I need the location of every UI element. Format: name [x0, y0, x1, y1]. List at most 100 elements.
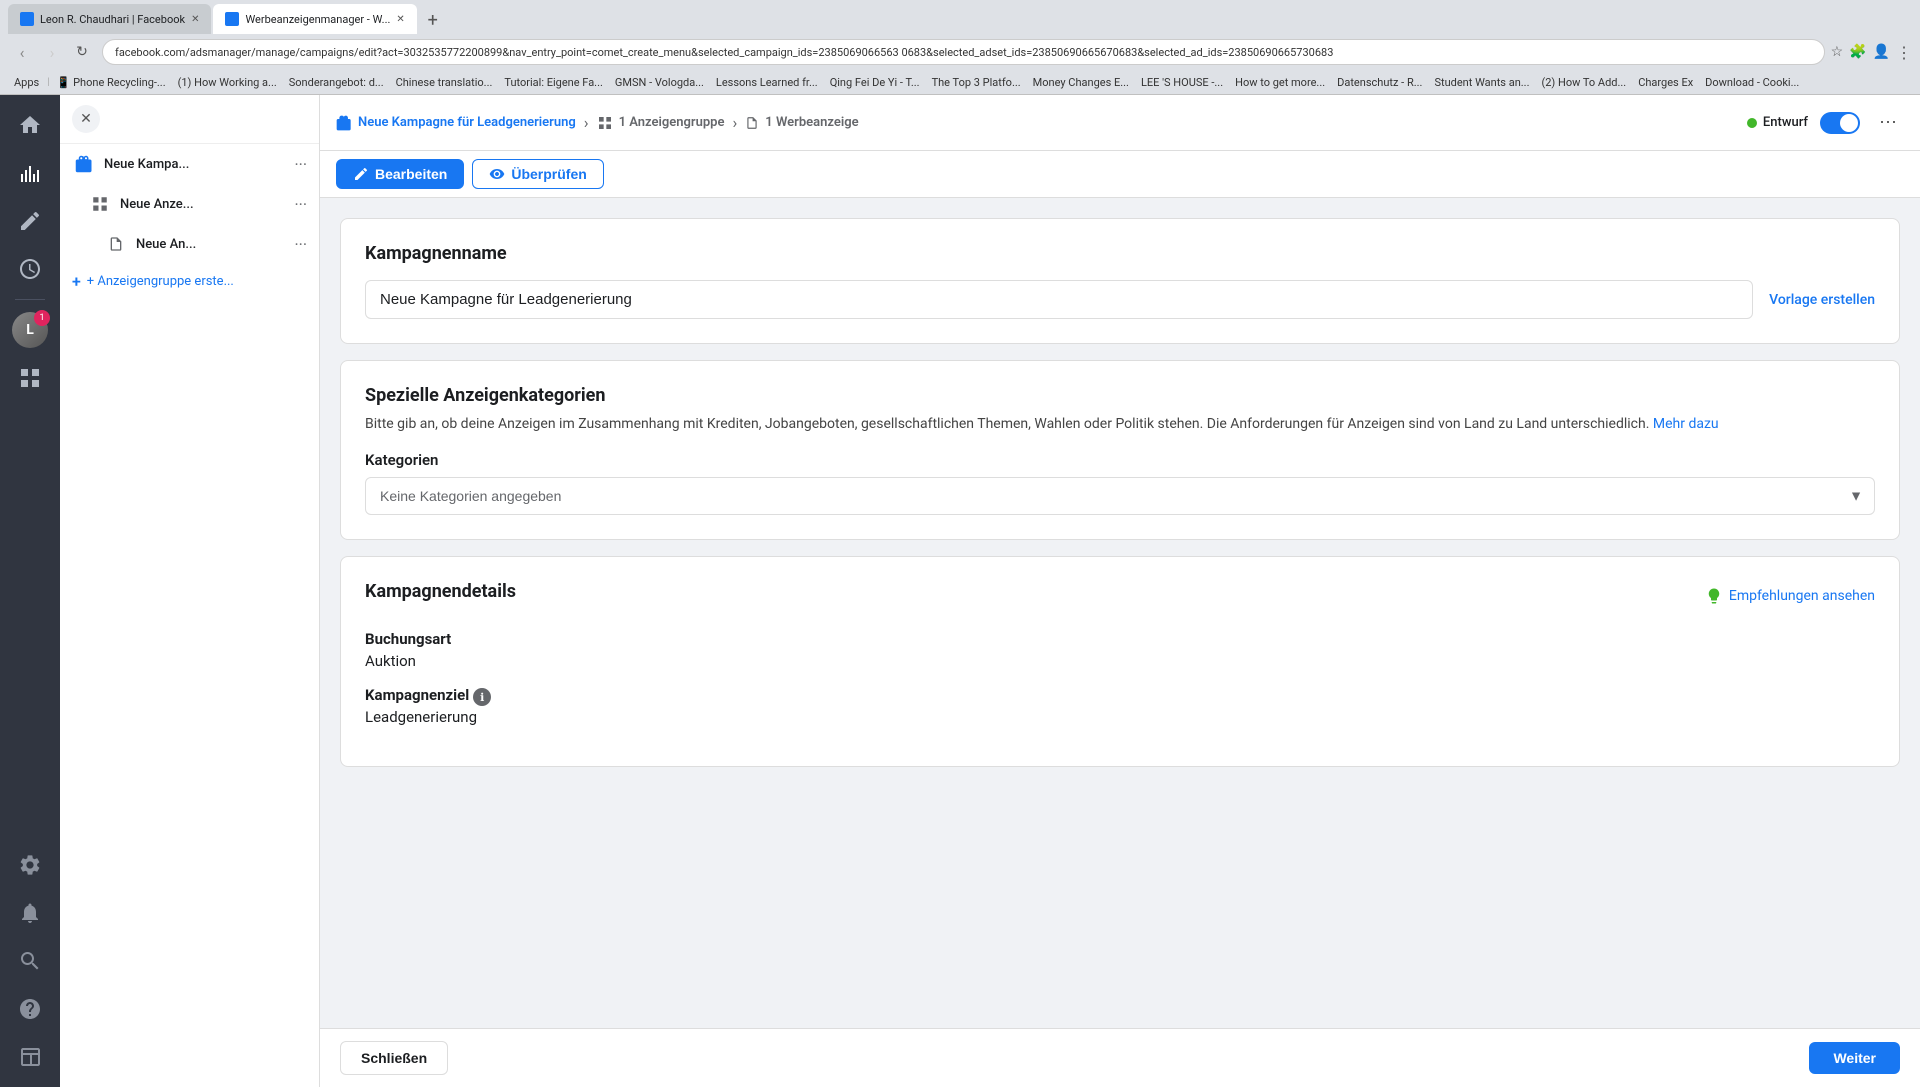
url-bar[interactable]: facebook.com/adsmanager/manage/campaigns…: [102, 39, 1825, 65]
breadcrumb-ad-label: 1 Werbeanzeige: [765, 115, 858, 130]
kampagnen-details-card: Kampagnendetails Empfehlungen ansehen Bu…: [340, 556, 1900, 767]
bottom-bar: Schließen Weiter: [320, 1028, 1920, 1087]
bookmark-10[interactable]: Money Changes E...: [1028, 75, 1134, 90]
add-icon: +: [72, 272, 81, 291]
empfehlungen-button[interactable]: Empfehlungen ansehen: [1705, 587, 1875, 605]
campaign-name-title: Kampagnenname: [365, 243, 1875, 264]
edit-button-label: Bearbeiten: [375, 166, 447, 182]
tab2-close[interactable]: ✕: [396, 14, 404, 25]
sidebar-avatar[interactable]: L 1: [8, 308, 52, 352]
review-button[interactable]: Überprüfen: [472, 159, 603, 189]
campaign-item-1-icon: [72, 152, 96, 176]
campaign-item-2-icon: [88, 192, 112, 216]
mehr-link[interactable]: Mehr dazu: [1653, 416, 1719, 432]
bookmark-14[interactable]: Student Wants an...: [1429, 75, 1534, 90]
sidebar-icon-clock[interactable]: [8, 247, 52, 291]
bookmark-1[interactable]: 📱 Phone Recycling-...: [52, 75, 171, 90]
breadcrumb-sep-2: ›: [732, 113, 737, 132]
bookmark-13[interactable]: Datenschutz - R...: [1332, 75, 1427, 90]
campaign-item-3-icon: [104, 232, 128, 256]
forward-button[interactable]: ›: [38, 38, 66, 66]
campaign-item-3[interactable]: Neue An... ···: [60, 224, 319, 264]
sidebar-icon-search[interactable]: [8, 939, 52, 983]
campaign-item-3-menu[interactable]: ···: [294, 235, 307, 254]
buchungsart-value: Auktion: [365, 652, 1875, 670]
add-adset-button[interactable]: + + Anzeigengruppe erste...: [60, 264, 319, 299]
status-label: Entwurf: [1763, 115, 1808, 130]
sidebar-icon-edit[interactable]: [8, 199, 52, 243]
breadcrumb-sep-1: ›: [584, 113, 589, 132]
top-nav-right: Entwurf ⋯: [1747, 107, 1904, 139]
top-nav: Neue Kampagne für Leadgenerierung › 1 An…: [320, 95, 1920, 151]
bookmark-12[interactable]: How to get more...: [1230, 75, 1330, 90]
edit-button[interactable]: Bearbeiten: [336, 159, 464, 189]
bookmark-3[interactable]: Sonderangebot: d...: [284, 75, 389, 90]
special-categories-card: Spezielle Anzeigenkategorien Bitte gib a…: [340, 360, 1900, 540]
sidebar-icon-grid[interactable]: [8, 356, 52, 400]
bookmark-icon[interactable]: ☆: [1831, 44, 1844, 60]
status-dot: [1747, 118, 1757, 128]
reload-button[interactable]: ↻: [68, 38, 96, 66]
bookmark-9[interactable]: The Top 3 Platfo...: [927, 75, 1026, 90]
kampagnenziel-label: Kampagnenziel: [365, 686, 469, 704]
kategorien-label: Kategorien: [365, 451, 1875, 469]
campaign-item-1[interactable]: Neue Kampa... ···: [60, 144, 319, 184]
special-categories-desc: Bitte gib an, ob deine Anzeigen im Zusam…: [365, 414, 1875, 435]
extension-icon1[interactable]: 🧩: [1849, 44, 1866, 60]
bookmark-6[interactable]: GMSN - Vologda...: [610, 75, 709, 90]
tab2-title: Werbeanzeigenmanager - W...: [245, 13, 390, 26]
new-tab-button[interactable]: +: [419, 6, 447, 34]
sidebar-icon-home[interactable]: [8, 103, 52, 147]
breadcrumb-campaign[interactable]: Neue Kampagne für Leadgenerierung: [336, 115, 576, 131]
campaign-item-2[interactable]: Neue Anze... ···: [60, 184, 319, 224]
url-text: facebook.com/adsmanager/manage/campaigns…: [115, 46, 1333, 59]
bookmark-15[interactable]: (2) How To Add...: [1536, 75, 1631, 90]
bookmarks-bar: Apps | 📱 Phone Recycling-... (1) How Wor…: [0, 71, 1920, 95]
kategorien-select[interactable]: Keine Kategorien angegeben: [365, 477, 1875, 515]
bookmark-16[interactable]: Charges Ex: [1633, 75, 1698, 90]
browser-tab-inactive[interactable]: Leon R. Chaudhari | Facebook ✕: [8, 4, 211, 34]
sidebar-icon-chart[interactable]: [8, 151, 52, 195]
bookmark-8[interactable]: Qing Fei De Yi - T...: [825, 75, 925, 90]
campaign-item-1-menu[interactable]: ···: [294, 155, 307, 174]
sidebar-icon-bell[interactable]: [8, 891, 52, 935]
kampagnen-details-title: Kampagnendetails: [365, 581, 516, 602]
empfehlungen-label: Empfehlungen ansehen: [1729, 588, 1875, 604]
bookmark-5[interactable]: Tutorial: Eigene Fa...: [499, 75, 608, 90]
kampagnen-details-header: Kampagnendetails Empfehlungen ansehen: [365, 581, 1875, 610]
sidebar-icon-table[interactable]: [8, 1035, 52, 1079]
close-button[interactable]: Schließen: [340, 1041, 448, 1075]
tab1-close[interactable]: ✕: [191, 14, 199, 25]
action-buttons-row: Bearbeiten Überprüfen: [320, 151, 1920, 198]
sidebar-icon-question[interactable]: [8, 987, 52, 1031]
bookmark-17[interactable]: Download - Cooki...: [1700, 75, 1804, 90]
back-button[interactable]: ‹: [8, 38, 36, 66]
campaign-item-2-menu[interactable]: ···: [294, 195, 307, 214]
toggle-switch[interactable]: [1820, 112, 1860, 134]
kampagnenziel-info-icon[interactable]: ℹ: [473, 688, 491, 706]
buchungsart-label: Buchungsart: [365, 630, 1875, 648]
icon-sidebar: L 1: [0, 95, 60, 1087]
campaign-sidebar: ✕ Neue Kampa... ··· Neue Anze... ··· Neu…: [60, 95, 320, 1087]
browser-tab-active[interactable]: Werbeanzeigenmanager - W... ✕: [213, 4, 416, 34]
bookmark-apps[interactable]: Apps: [8, 75, 45, 90]
main-content: Neue Kampagne für Leadgenerierung › 1 An…: [320, 95, 1920, 1087]
weiter-button[interactable]: Weiter: [1809, 1042, 1900, 1074]
more-options-button[interactable]: ⋯: [1872, 107, 1904, 139]
bookmark-7[interactable]: Lessons Learned fr...: [711, 75, 823, 90]
tab1-favicon: [20, 12, 34, 26]
app-layout: L 1 ✕ Neue Kampa: [0, 95, 1920, 1087]
bookmark-4[interactable]: Chinese translatio...: [391, 75, 498, 90]
breadcrumb-adset[interactable]: 1 Anzeigengruppe: [597, 115, 725, 131]
bookmark-11[interactable]: LEE 'S HOUSE -...: [1136, 75, 1228, 90]
sidebar-icon-settings[interactable]: [8, 843, 52, 887]
bookmark-2[interactable]: (1) How Working a...: [173, 75, 282, 90]
profile-icon[interactable]: 👤: [1873, 44, 1890, 60]
campaign-close-button[interactable]: ✕: [72, 105, 100, 133]
browser-menu[interactable]: ⋮: [1896, 43, 1912, 62]
campaign-name-input[interactable]: [365, 280, 1753, 319]
template-link[interactable]: Vorlage erstellen: [1769, 292, 1875, 308]
campaign-name-card: Kampagnenname Vorlage erstellen: [340, 218, 1900, 344]
kategorien-select-wrapper: Keine Kategorien angegeben ▼: [365, 477, 1875, 515]
breadcrumb-ad[interactable]: 1 Werbeanzeige: [745, 115, 858, 130]
